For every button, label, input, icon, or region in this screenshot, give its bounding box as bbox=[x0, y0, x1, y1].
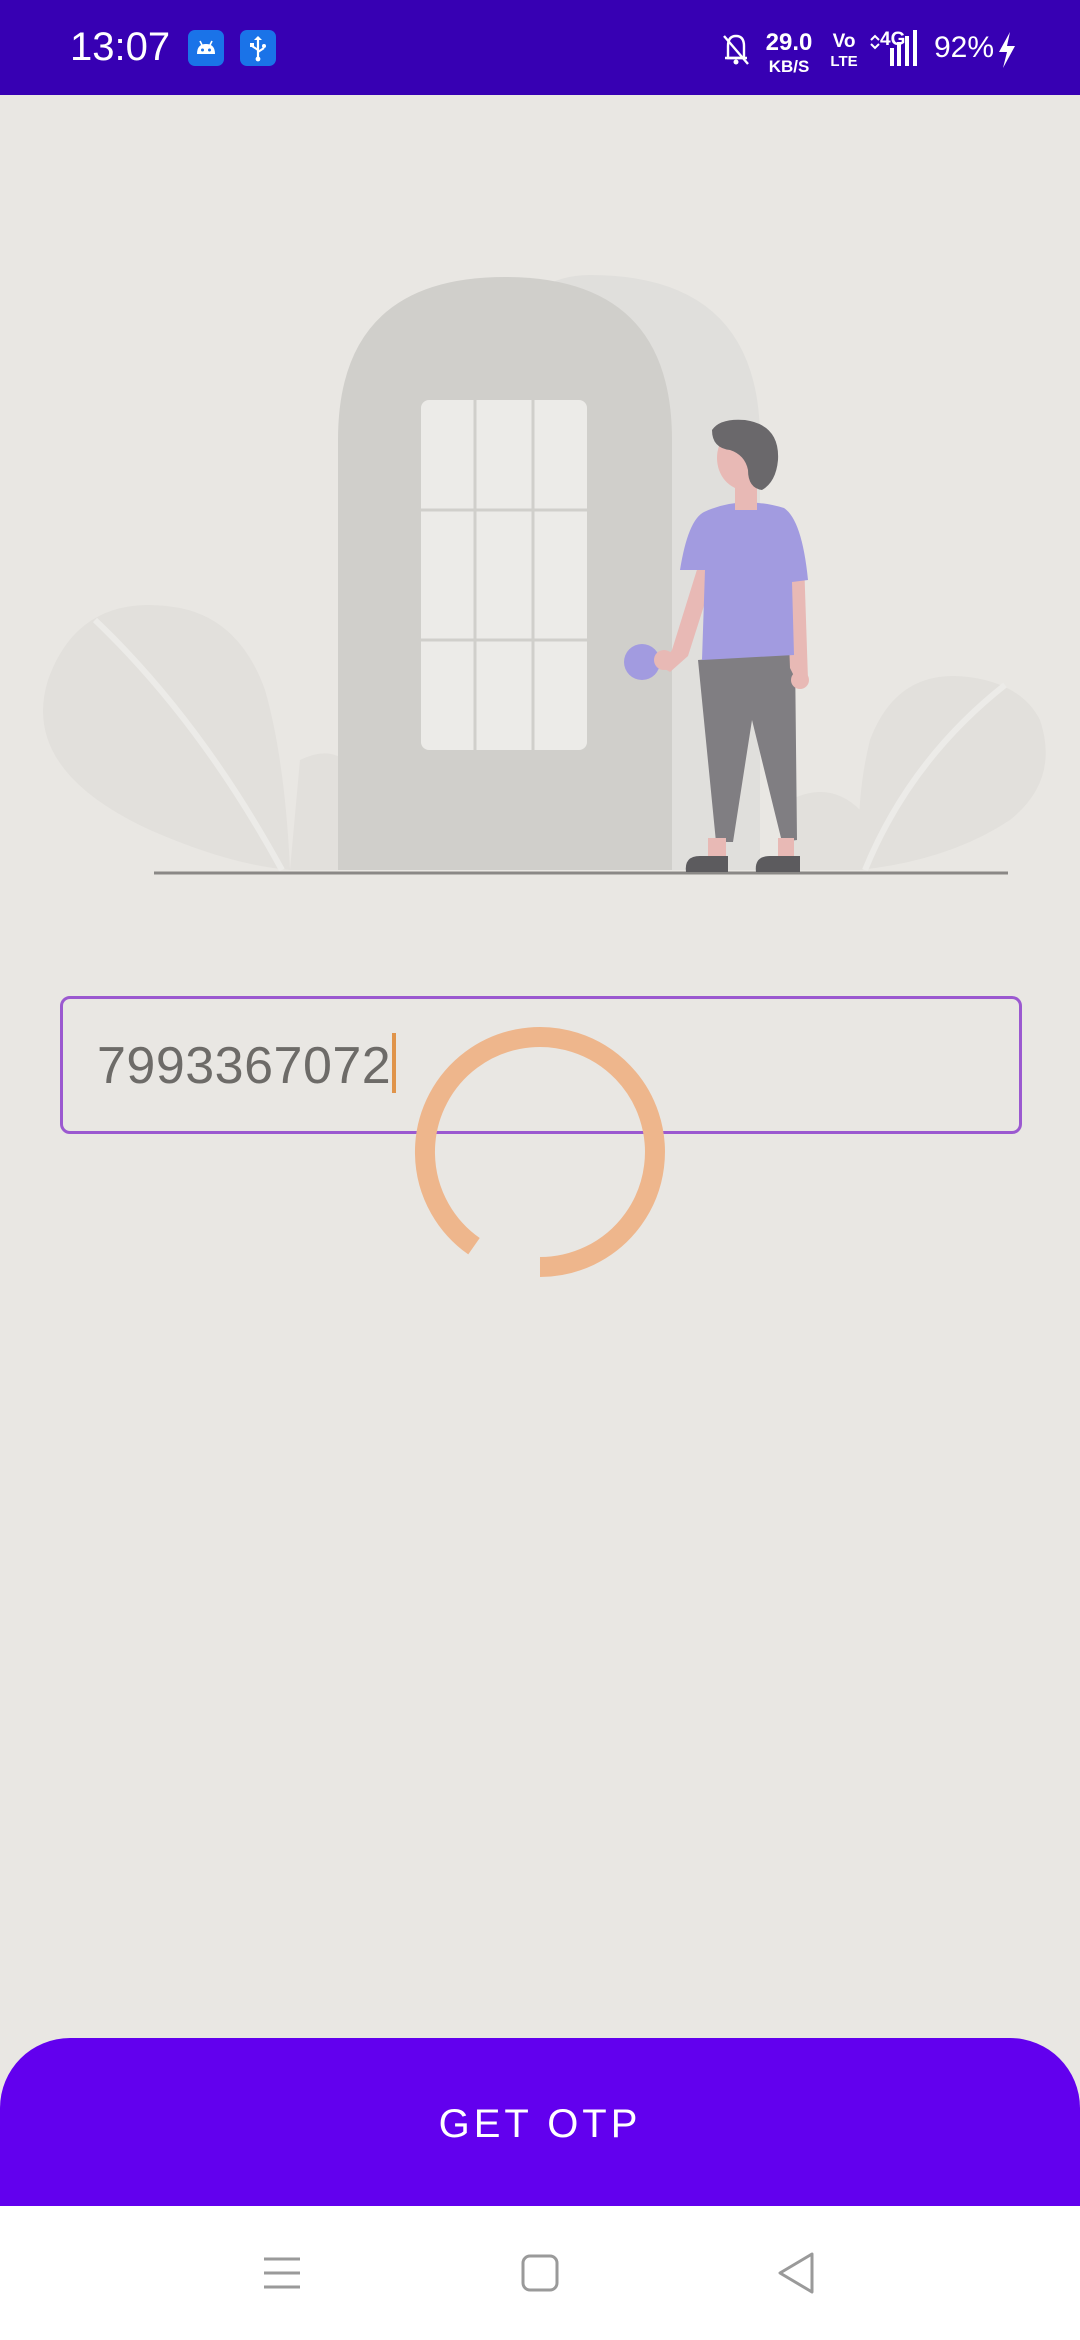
network-speed-value: 29.0 bbox=[765, 29, 813, 56]
phone-number-text: 7993367072 bbox=[97, 1037, 392, 1095]
android-icon bbox=[188, 30, 224, 66]
get-otp-button[interactable]: GET OTP bbox=[0, 2038, 1080, 2206]
network-type: 4G bbox=[880, 29, 906, 50]
phone-number-value: 7993367072 bbox=[97, 1033, 397, 1098]
volte-bottom: LTE bbox=[830, 53, 858, 70]
charging-icon bbox=[994, 0, 1020, 95]
back-icon[interactable] bbox=[750, 2228, 840, 2318]
system-nav-bar bbox=[0, 2206, 1080, 2340]
volte-top: Vo bbox=[832, 31, 856, 52]
get-otp-label: GET OTP bbox=[438, 2102, 642, 2146]
usb-icon bbox=[240, 30, 276, 66]
volte-indicator: Vo LTE bbox=[828, 0, 860, 95]
loading-spinner bbox=[415, 1027, 665, 1277]
text-caret bbox=[392, 1033, 397, 1093]
network-speed: 29.0 KB/S bbox=[759, 0, 819, 95]
menu-icon[interactable] bbox=[237, 2228, 327, 2318]
spinner-arc bbox=[415, 1027, 665, 1277]
home-icon[interactable] bbox=[495, 2228, 585, 2318]
network-speed-unit: KB/S bbox=[768, 57, 810, 76]
door-person-illustration bbox=[43, 275, 1046, 875]
status-time: 13:07 bbox=[70, 25, 171, 69]
battery-level: 92% bbox=[934, 31, 995, 64]
bell-muted-icon bbox=[718, 0, 754, 95]
status-bar: 13:07 29.0 KB/S Vo LTE 4G 92% bbox=[0, 0, 1080, 95]
signal-icon: 4G bbox=[866, 0, 926, 95]
